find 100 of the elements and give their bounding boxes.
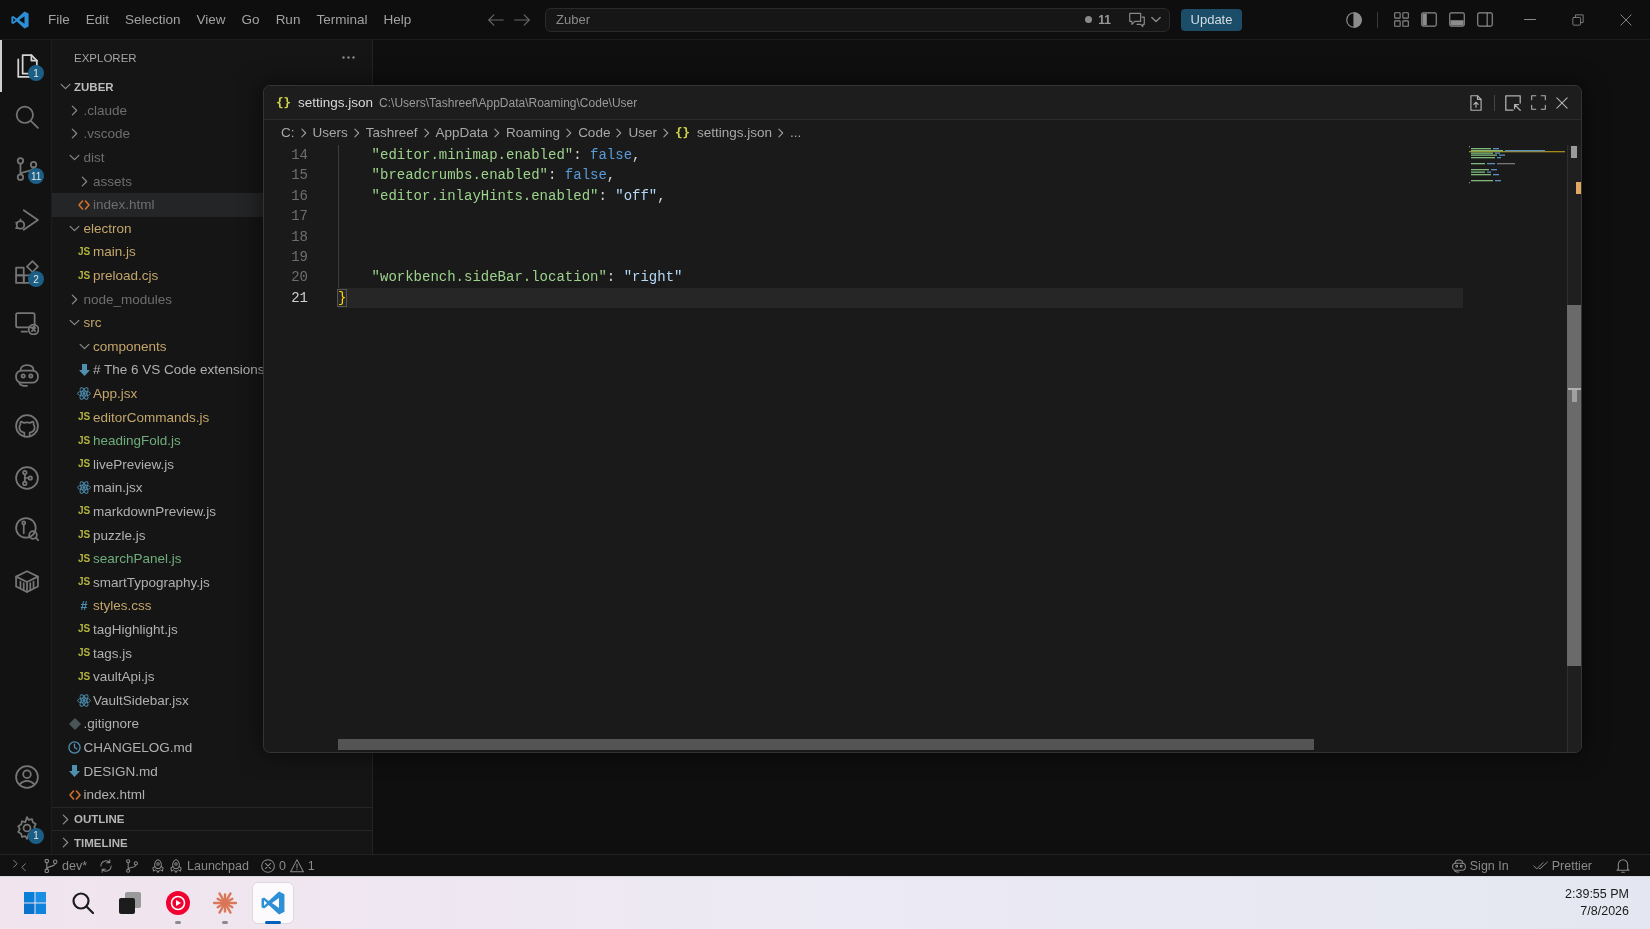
tree-item[interactable]: JS puzzle.js — [52, 523, 263, 547]
tree-item[interactable]: index.html — [52, 782, 263, 807]
activity-item[interactable]: 2 — [0, 246, 51, 298]
tree-item[interactable]: JS searchPanel.js — [52, 546, 263, 571]
minimap[interactable] — [1469, 146, 1565, 184]
vertical-scrollbar[interactable] — [1567, 145, 1581, 752]
tree-item[interactable]: electron — [52, 216, 263, 241]
tree-item[interactable]: App.jsx — [52, 381, 263, 406]
fullscreen-icon[interactable] — [1531, 95, 1546, 110]
chevron-down-icon[interactable] — [69, 154, 80, 162]
menu-item[interactable]: Terminal — [308, 8, 376, 31]
chevron-right-icon — [494, 127, 501, 138]
bell-icon[interactable] — [1616, 858, 1630, 873]
tree-item[interactable]: assets — [52, 169, 263, 193]
breadcrumb-item[interactable]: C: — [281, 125, 295, 140]
tree-item[interactable]: main.jsx — [52, 476, 263, 500]
tree-item[interactable]: JS livePreview.js — [52, 452, 263, 477]
document-icon[interactable] — [1468, 94, 1484, 111]
branch-icon[interactable] — [125, 858, 140, 873]
arrow-right-icon[interactable] — [514, 11, 530, 28]
x-circle-icon — [260, 858, 275, 873]
activity-item[interactable]: 11 — [0, 143, 51, 195]
menu-item[interactable]: View — [188, 8, 234, 31]
chevron-right-icon — [662, 127, 669, 138]
tree-item[interactable]: src — [52, 310, 263, 335]
menu-item[interactable]: Selection — [117, 8, 189, 31]
restore-icon[interactable] — [1572, 13, 1584, 26]
breadcrumb-item[interactable]: ... — [790, 125, 802, 140]
tree-item[interactable]: # The 6 VS Code extensions — [52, 358, 263, 382]
window-arrow-icon[interactable] — [1505, 94, 1521, 111]
chevron-right-icon[interactable] — [71, 293, 78, 305]
tree-item[interactable]: dist — [52, 145, 263, 170]
horizontal-scrollbar[interactable] — [338, 739, 1314, 750]
chevron-right-icon[interactable] — [61, 813, 69, 825]
breadcrumb-item[interactable]: User — [628, 125, 657, 140]
chevron-down-icon[interactable] — [69, 319, 80, 327]
menu-item[interactable]: Help — [375, 8, 420, 31]
tree-item[interactable]: JS tags.js — [52, 641, 263, 665]
breadcrumb-item[interactable]: {} settings.json — [674, 125, 773, 140]
close-icon[interactable] — [1620, 13, 1632, 26]
chevrons-icon[interactable] — [12, 859, 26, 872]
chevron-down-icon[interactable] — [59, 83, 71, 91]
tree-item[interactable]: node_modules — [52, 287, 263, 311]
arrow-left-icon[interactable] — [488, 11, 504, 28]
vscode-logo-icon — [11, 10, 29, 29]
tree-item[interactable]: JS tagHighlight.js — [52, 617, 263, 642]
sidebar-right-icon[interactable] — [1477, 12, 1493, 27]
menu-item[interactable]: Edit — [77, 8, 118, 31]
menu-item[interactable]: Go — [233, 8, 268, 31]
chevron-down-icon[interactable] — [78, 342, 90, 350]
tree-item[interactable]: JS vaultApi.js — [52, 664, 263, 689]
tree-item[interactable]: ZUBER — [52, 75, 263, 99]
tree-item[interactable]: .gitignore — [52, 712, 263, 736]
windows-logo-icon — [24, 892, 46, 914]
tree-item[interactable]: components — [52, 334, 263, 359]
tree-item[interactable]: DESIGN.md — [52, 759, 263, 783]
chevron-down-icon[interactable] — [1151, 16, 1161, 23]
tree-item[interactable]: .claude — [52, 98, 263, 123]
tree-item[interactable]: JS headingFold.js — [52, 428, 263, 453]
tree-item[interactable]: VaultSidebar.jsx — [52, 688, 263, 713]
half-circle-icon[interactable] — [1346, 11, 1362, 28]
breadcrumb-item[interactable]: Roaming — [506, 125, 561, 140]
tree-item[interactable]: JS main.js — [52, 240, 263, 264]
menu-item[interactable]: Run — [267, 8, 309, 31]
breadcrumb-item[interactable]: AppData — [435, 125, 489, 140]
circular-arrows-icon[interactable] — [99, 858, 114, 873]
branch-status[interactable]: dev* — [38, 855, 94, 876]
sidebar-left-icon[interactable] — [1421, 12, 1437, 27]
tree-item[interactable]: .vscode — [52, 122, 263, 146]
tree-item[interactable]: JS preload.cjs — [52, 263, 263, 288]
launchpad-status[interactable]: Launchpad — [145, 855, 255, 876]
more-icon[interactable] — [342, 56, 355, 59]
tree-item[interactable]: JS markdownPreview.js — [52, 499, 263, 524]
breadcrumb-item[interactable]: Code — [578, 125, 611, 140]
chevron-right-icon[interactable] — [71, 104, 78, 116]
chevron-right-icon[interactable] — [80, 175, 88, 187]
chevron-down-icon[interactable] — [69, 224, 80, 232]
layout-grid-icon[interactable] — [1393, 12, 1409, 27]
breadcrumb-item[interactable]: Users — [312, 125, 348, 140]
chevron-right-icon[interactable] — [71, 128, 78, 140]
code-line: "workbench.sideBar.location": "right" — [371, 268, 683, 288]
breadcrumb-item[interactable]: Tashreef — [365, 125, 418, 140]
tree-item[interactable]: CHANGELOG.md — [52, 735, 263, 760]
section-header[interactable]: OUTLINE — [52, 806, 372, 831]
close-icon[interactable] — [1556, 96, 1568, 109]
chevron-right-icon[interactable] — [61, 837, 69, 849]
prettier-status[interactable]: Prettier — [1526, 855, 1598, 876]
sign-in-status[interactable]: Sign In — [1445, 855, 1515, 876]
update-button[interactable]: Update — [1181, 8, 1242, 31]
robot-face-icon — [1451, 858, 1466, 873]
tree-item[interactable]: JS editorCommands.js — [52, 405, 263, 429]
activity-item[interactable]: 1 — [0, 802, 51, 854]
tree-item[interactable]: # styles.css — [52, 594, 263, 618]
tree-item[interactable]: JS smartTypography.js — [52, 570, 263, 595]
menu-item[interactable]: File — [40, 8, 78, 31]
problems-status[interactable]: 0 1 — [254, 855, 321, 876]
command-center[interactable]: Zuber 11 — [545, 7, 1170, 32]
chat-icon[interactable] — [1129, 11, 1145, 28]
panel-bottom-icon[interactable] — [1449, 12, 1465, 27]
chevron-right-icon — [300, 127, 307, 138]
